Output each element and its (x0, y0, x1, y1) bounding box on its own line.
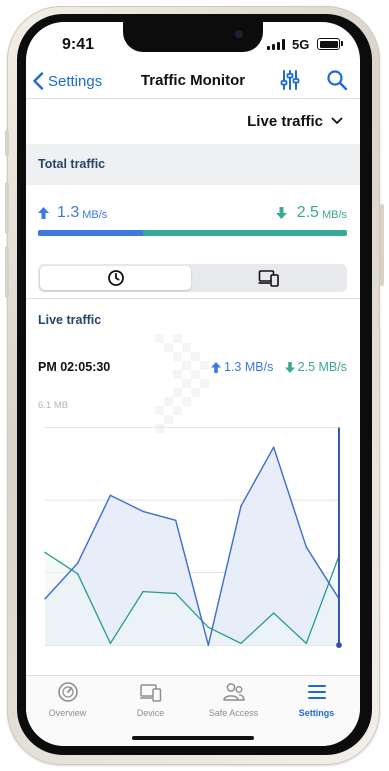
total-upload-value: 1.3 (57, 204, 80, 221)
traffic-share-bar (38, 230, 347, 236)
live-upload-value: 1.3 MB/s (224, 360, 274, 374)
back-button[interactable]: Settings (32, 68, 102, 94)
arrow-down-icon (284, 361, 295, 373)
upload-point (174, 519, 177, 522)
mode-dropdown[interactable]: Live traffic (247, 110, 343, 132)
download-point (44, 551, 46, 554)
nav-divider (26, 98, 360, 99)
gauge-icon (57, 682, 78, 702)
download-point (174, 592, 177, 595)
home-indicator (132, 736, 254, 740)
download-point (305, 642, 308, 645)
tab-overview-label: Overview (48, 708, 87, 718)
segment-divider (26, 298, 360, 299)
upload-share-fill (38, 230, 144, 236)
live-download-value: 2.5 MB/s (297, 360, 347, 374)
back-label: Settings (48, 72, 103, 90)
menu-icon (307, 685, 326, 699)
power-button (380, 204, 384, 286)
sliders-icon (280, 70, 300, 90)
chart-ymax-label: 6.1 MB (38, 400, 71, 411)
download-point (142, 590, 144, 593)
tab-safe-access[interactable]: Safe Access (192, 681, 275, 726)
chart-cursor-dot (336, 642, 342, 648)
download-point (207, 626, 210, 629)
total-upload-unit: MB/s (82, 209, 108, 221)
total-download-unit: MB/s (321, 209, 347, 221)
live-traffic-chart (44, 427, 342, 648)
upload-point (305, 546, 308, 548)
upload-point (240, 505, 242, 507)
side-button (5, 130, 9, 156)
upload-point (207, 644, 210, 646)
tab-device-label: Device (136, 708, 165, 718)
tab-safe-access-label: Safe Access (208, 708, 259, 718)
people-icon (222, 683, 245, 701)
live-traffic-title: Live traffic (38, 313, 102, 327)
volume-up-button (5, 182, 9, 234)
tab-device[interactable]: Device (109, 681, 192, 726)
filter-button[interactable] (279, 69, 301, 91)
search-icon (327, 70, 348, 91)
status-bar: 9:41 5G (26, 22, 360, 62)
tab-settings[interactable]: Settings (275, 681, 358, 726)
total-download-value: 2.5 (296, 204, 319, 221)
total-traffic-header: Total traffic (26, 144, 360, 185)
volume-down-button (5, 246, 9, 298)
view-segmented-control (38, 264, 347, 292)
chevron-down-icon (331, 117, 343, 124)
battery-tip (341, 41, 343, 46)
navigation-bar: Settings Traffic Monitor (26, 64, 360, 98)
live-upload-stat: 1.3 MB/s (211, 360, 273, 374)
total-upload-stat: 1.3 MB/s (38, 204, 107, 222)
screen: 9:41 5G Settings Traffic Monitor Live tr… (26, 22, 360, 746)
segment-live[interactable] (40, 266, 191, 290)
chevron-left-icon (33, 72, 44, 90)
tab-overview[interactable]: Overview (26, 681, 109, 726)
download-point (240, 642, 242, 645)
arrow-up-icon (38, 207, 49, 219)
total-traffic-title: Total traffic (38, 157, 106, 171)
clock-icon (107, 270, 124, 286)
devices-icon (258, 270, 279, 287)
upload-point (76, 562, 79, 564)
network-type: 5G (292, 37, 310, 52)
upload-point (44, 598, 46, 600)
arrow-down-icon (275, 207, 287, 219)
tab-settings-label: Settings (298, 708, 335, 718)
mode-dropdown-value: Live traffic (247, 112, 323, 130)
upload-point (272, 446, 275, 448)
arrow-up-icon (211, 361, 221, 373)
status-time: 9:41 (62, 36, 95, 53)
search-button[interactable] (326, 69, 348, 91)
live-timestamp: PM 02:05:30 (38, 360, 111, 374)
download-point (76, 573, 79, 575)
devices-icon (139, 684, 161, 702)
download-point (109, 642, 112, 645)
live-download-stat: 2.5 MB/s (284, 360, 347, 374)
total-download-stat: 2.5 MB/s (275, 204, 347, 222)
upload-point (109, 494, 112, 497)
signal-icon (267, 39, 285, 50)
segment-devices[interactable] (193, 266, 345, 290)
battery-icon (317, 38, 340, 50)
upload-point (142, 510, 144, 513)
download-point (272, 612, 275, 614)
